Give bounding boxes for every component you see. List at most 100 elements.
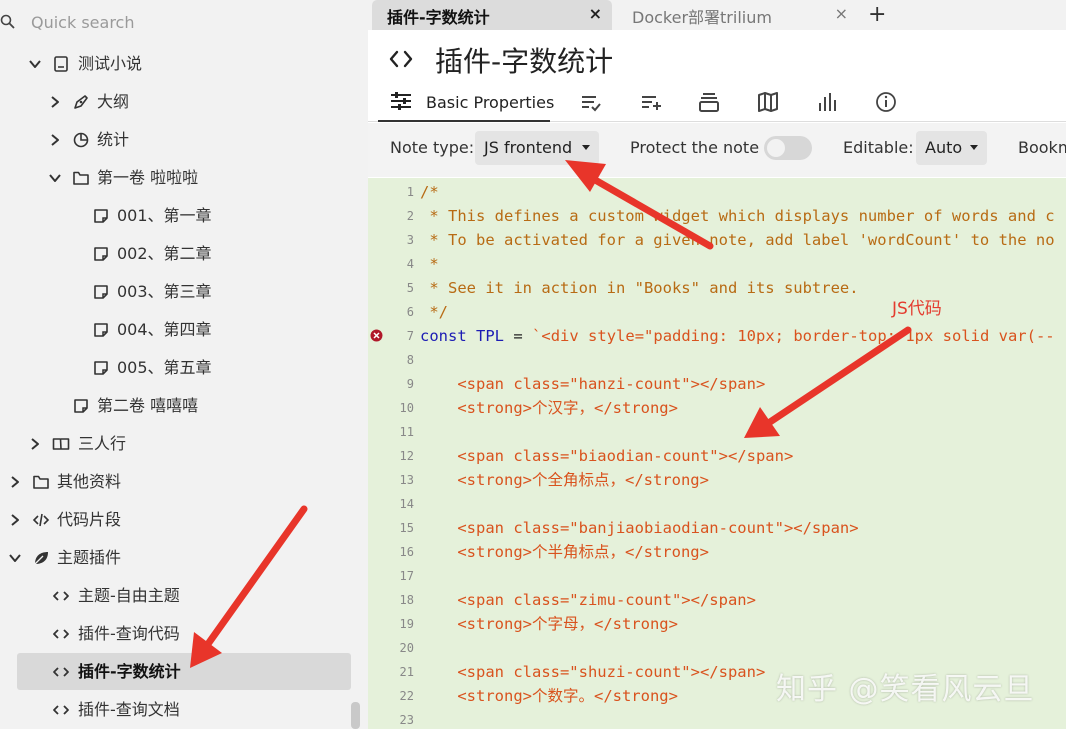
line-number: 8	[406, 353, 414, 367]
line-number: 21	[399, 665, 414, 679]
search-bar	[0, 4, 368, 40]
watermark: 知乎 @笑看风云旦	[776, 672, 1035, 707]
tab-docker-note[interactable]: Docker部署trilium ×	[618, 0, 858, 30]
promoted-attributes-icon[interactable]	[640, 91, 662, 113]
folder-icon	[33, 475, 49, 489]
tree-item[interactable]: 004、第四章	[0, 313, 368, 347]
chevron-down-icon[interactable]	[28, 57, 42, 71]
new-tab-button[interactable]: +	[868, 2, 888, 28]
tab-label: 插件-字数统计	[387, 8, 490, 27]
tree-item[interactable]: 002、第二章	[0, 237, 368, 271]
tree-item-label: 第一卷 啦啦啦	[97, 168, 199, 187]
code-line[interactable]: */	[420, 300, 448, 324]
leaf-icon	[34, 552, 48, 565]
code-line[interactable]: <strong>个字母，</strong>	[420, 612, 678, 636]
info-icon[interactable]	[875, 91, 897, 113]
tree-item-label: 三人行	[78, 434, 127, 453]
code-line[interactable]: *	[420, 252, 438, 276]
chevron-down-icon[interactable]	[48, 171, 62, 185]
attachments-icon[interactable]	[698, 91, 720, 113]
edited-notes-icon[interactable]	[580, 91, 602, 113]
chevron-right-icon[interactable]	[48, 95, 62, 109]
code-line[interactable]: <span class="zimu-count"></span>	[420, 588, 756, 612]
sliders-icon	[391, 92, 411, 110]
error-icon[interactable]	[370, 329, 383, 342]
js-code-annotation: JS代码	[892, 299, 942, 319]
code-line[interactable]: /*	[420, 180, 439, 204]
code-brackets-icon	[53, 667, 69, 677]
code-line[interactable]: <strong>个数字。</strong>	[420, 684, 678, 708]
tree-item-label: 003、第三章	[117, 282, 212, 301]
chevron-right-icon[interactable]	[8, 513, 22, 527]
tree-item[interactable]: 插件-字数统计	[0, 655, 368, 689]
tree-item[interactable]: 插件-查询代码	[0, 617, 368, 651]
code-line[interactable]: <span class="banjiaobiaodian-count"></sp…	[420, 516, 858, 540]
tab-close-icon[interactable]: ×	[589, 4, 602, 23]
tree-item[interactable]: 主题插件	[0, 541, 368, 575]
tab-bar: 插件-字数统计 × Docker部署trilium × +	[368, 0, 1066, 30]
tree-item[interactable]: 三人行	[0, 427, 368, 461]
tree-item-label: 主题-自由主题	[78, 586, 180, 605]
line-number: 22	[399, 689, 414, 703]
tree-item[interactable]: 统计	[0, 123, 368, 157]
note-type-dropdown[interactable]: JS frontend	[475, 131, 599, 165]
tab-basic-properties[interactable]: Basic Properties	[378, 82, 554, 122]
tree-item-label: 插件-查询代码	[78, 624, 180, 643]
tab-active-note[interactable]: 插件-字数统计 ×	[372, 0, 612, 30]
code-line[interactable]: <strong>个汉字，</strong>	[420, 396, 678, 420]
tree-item[interactable]: 第二卷 嘻嘻嘻	[0, 389, 368, 423]
tree-item[interactable]: 主题-自由主题	[0, 579, 368, 613]
tab-close-icon[interactable]: ×	[835, 4, 848, 23]
line-number: 9	[406, 377, 414, 391]
note-icon	[94, 247, 108, 261]
bookmark-label[interactable]: Bookm	[1018, 138, 1066, 157]
open-book-icon	[52, 438, 70, 450]
tree-item-label: 大纲	[97, 92, 130, 111]
line-number: 13	[399, 473, 414, 487]
chevron-right-icon[interactable]	[48, 133, 62, 147]
tree-item[interactable]: 其他资料	[0, 465, 368, 499]
editable-dropdown[interactable]: Auto	[916, 131, 987, 165]
tree-item[interactable]: 001、第一章	[0, 199, 368, 233]
main-pane: 插件-字数统计 × Docker部署trilium × + 插件-字数统计 Ba…	[368, 0, 1066, 729]
chevron-down-icon[interactable]	[8, 551, 22, 565]
line-number: 10	[399, 401, 414, 415]
code-line[interactable]: * See it in action in "Books" and its su…	[420, 276, 858, 300]
search-input[interactable]	[22, 8, 322, 36]
tree-item[interactable]: 代码片段	[0, 503, 368, 537]
sidebar-scrollbar[interactable]	[351, 702, 360, 729]
chevron-right-icon[interactable]	[8, 475, 22, 489]
protect-note-label: Protect the note	[630, 138, 760, 157]
tree-item-label: 004、第四章	[117, 320, 212, 339]
code-editor[interactable]: 1 2 3 4 5 6 7 8 9 10 11 12 13 14 15 16 17 18 19 20 21 22 23 /*…	[368, 178, 1066, 729]
tree-item-label: 插件-字数统计	[78, 662, 181, 681]
code-line[interactable]: <span class="biaodian-count"></span>	[420, 444, 793, 468]
folder-icon	[73, 171, 89, 185]
code-line[interactable]: * This defines a custom widget which dis…	[420, 204, 1054, 228]
search-icon[interactable]	[0, 14, 16, 30]
tree-item[interactable]: 大纲	[0, 85, 368, 119]
line-number: 17	[399, 569, 414, 583]
note-title[interactable]: 插件-字数统计	[435, 40, 613, 80]
chevron-right-icon[interactable]	[28, 437, 42, 451]
code-line[interactable]: const TPL = `<div style="padding: 10px; …	[420, 324, 1055, 348]
code-line[interactable]: <strong>个全角标点，</strong>	[420, 468, 709, 492]
protect-note-toggle[interactable]	[764, 136, 812, 160]
tree-item[interactable]: 测试小说	[0, 47, 368, 81]
book-icon[interactable]	[757, 91, 779, 113]
code-line[interactable]: <span class="hanzi-count"></span>	[420, 372, 765, 396]
line-number: 2	[406, 209, 414, 223]
line-number: 5	[406, 281, 414, 295]
code-line[interactable]: * To be activated for a given note, add …	[420, 228, 1054, 252]
tree-item[interactable]: 第一卷 啦啦啦	[0, 161, 368, 195]
tree-item[interactable]: 003、第三章	[0, 275, 368, 309]
code-line[interactable]: <span class="shuzi-count"></span>	[420, 660, 765, 684]
stats-icon[interactable]	[816, 91, 838, 113]
note-icon	[94, 209, 108, 223]
tree-item-label: 测试小说	[78, 54, 143, 73]
code-line[interactable]: <strong>个半角标点，</strong>	[420, 540, 709, 564]
tree-item[interactable]: 插件-查询文档	[0, 693, 368, 727]
tree-item-label: 插件-查询文档	[78, 700, 180, 719]
tree-item[interactable]: 005、第五章	[0, 351, 368, 385]
note-icon	[94, 323, 108, 337]
